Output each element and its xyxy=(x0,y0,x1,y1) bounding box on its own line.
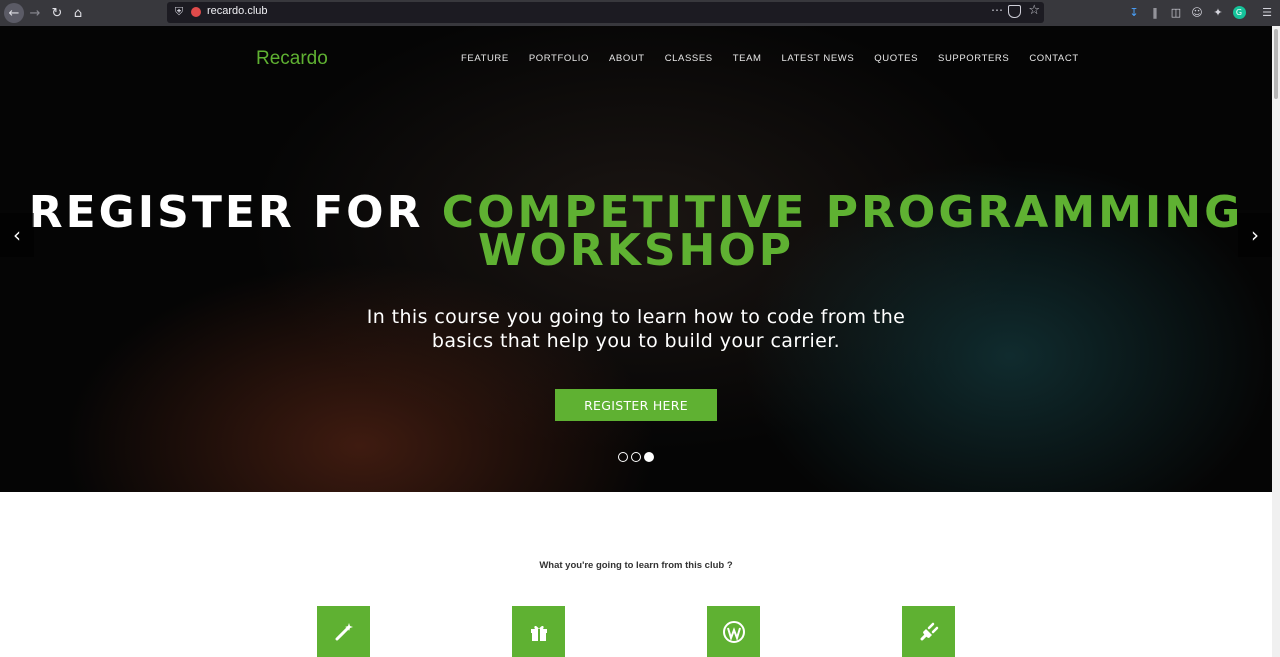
download-icon[interactable]: ↧ xyxy=(1126,4,1142,20)
url-text[interactable]: recardo.club xyxy=(207,5,268,17)
hero-subtitle-line1: In this course you going to learn how to… xyxy=(366,306,906,328)
nav-classes[interactable]: CLASSES xyxy=(665,53,713,64)
gift-icon xyxy=(512,606,565,657)
nav-contact[interactable]: CONTACT xyxy=(1029,53,1078,64)
nav-team[interactable]: TEAM xyxy=(733,53,762,64)
carousel-next-icon[interactable]: › xyxy=(1238,213,1272,257)
nav-portfolio[interactable]: PORTFOLIO xyxy=(529,53,589,64)
nav-supporters[interactable]: SUPPORTERS xyxy=(938,53,1009,64)
forward-icon[interactable]: → xyxy=(25,3,45,23)
register-button[interactable]: REGISTER HERE xyxy=(555,389,717,421)
connection-icon[interactable] xyxy=(191,7,201,17)
hero-title-green: COMPETITIVE PROGRAMMING WORKSHOP xyxy=(441,187,1244,276)
page-actions-icon[interactable]: ⋯ xyxy=(991,3,1004,17)
hero-section: Recardo FEATURE PORTFOLIO ABOUT CLASSES … xyxy=(0,26,1272,492)
grammarly-icon[interactable]: G xyxy=(1231,4,1247,20)
site-logo[interactable]: Recardo xyxy=(256,48,328,70)
address-bar[interactable]: ⛨ recardo.club ⋯ ☆ xyxy=(167,2,1044,23)
features-title: What you're going to learn from this clu… xyxy=(539,560,733,571)
home-icon[interactable]: ⌂ xyxy=(68,3,88,23)
pocket-icon[interactable] xyxy=(1008,5,1021,18)
carousel-indicators xyxy=(618,452,654,462)
plug-icon xyxy=(902,606,955,657)
account-icon[interactable]: ☺ xyxy=(1189,4,1205,20)
page-scrollbar[interactable] xyxy=(1272,26,1280,657)
menu-icon[interactable]: ☰ xyxy=(1259,4,1275,20)
nav-feature[interactable]: FEATURE xyxy=(461,53,509,64)
bookmark-star-icon[interactable]: ☆ xyxy=(1028,3,1040,18)
hero-title: REGISTER FOR COMPETITIVE PROGRAMMING WOR… xyxy=(0,191,1272,273)
carousel-prev-icon[interactable]: ‹ xyxy=(0,213,34,257)
library-icon[interactable]: ‖ xyxy=(1147,4,1163,20)
nav-quotes[interactable]: QUOTES xyxy=(874,53,918,64)
hero-title-white: REGISTER FOR xyxy=(28,187,424,238)
hero-subtitle: In this course you going to learn how to… xyxy=(0,305,1272,353)
carousel-dot[interactable] xyxy=(631,452,641,462)
main-nav: FEATURE PORTFOLIO ABOUT CLASSES TEAM LAT… xyxy=(461,53,1099,64)
carousel-dot[interactable] xyxy=(618,452,628,462)
wordpress-icon xyxy=(707,606,760,657)
back-icon[interactable]: ← xyxy=(4,3,24,23)
magic-wand-icon xyxy=(317,606,370,657)
browser-toolbar: ← → ↻ ⌂ ⛨ recardo.club ⋯ ☆ ↧ ‖ ◫ ☺ ✦ G ☰ xyxy=(0,0,1280,26)
hero-subtitle-line2: basics that help you to build your carri… xyxy=(431,330,841,352)
sidebar-icon[interactable]: ◫ xyxy=(1168,4,1184,20)
carousel-dot-active[interactable] xyxy=(644,452,654,462)
nav-latest-news[interactable]: LATEST NEWS xyxy=(782,53,855,64)
nav-about[interactable]: ABOUT xyxy=(609,53,645,64)
scrollbar-thumb[interactable] xyxy=(1274,29,1278,99)
shield-icon[interactable]: ⛨ xyxy=(172,5,186,19)
reload-icon[interactable]: ↻ xyxy=(47,3,67,23)
extension-icon[interactable]: ✦ xyxy=(1210,4,1226,20)
